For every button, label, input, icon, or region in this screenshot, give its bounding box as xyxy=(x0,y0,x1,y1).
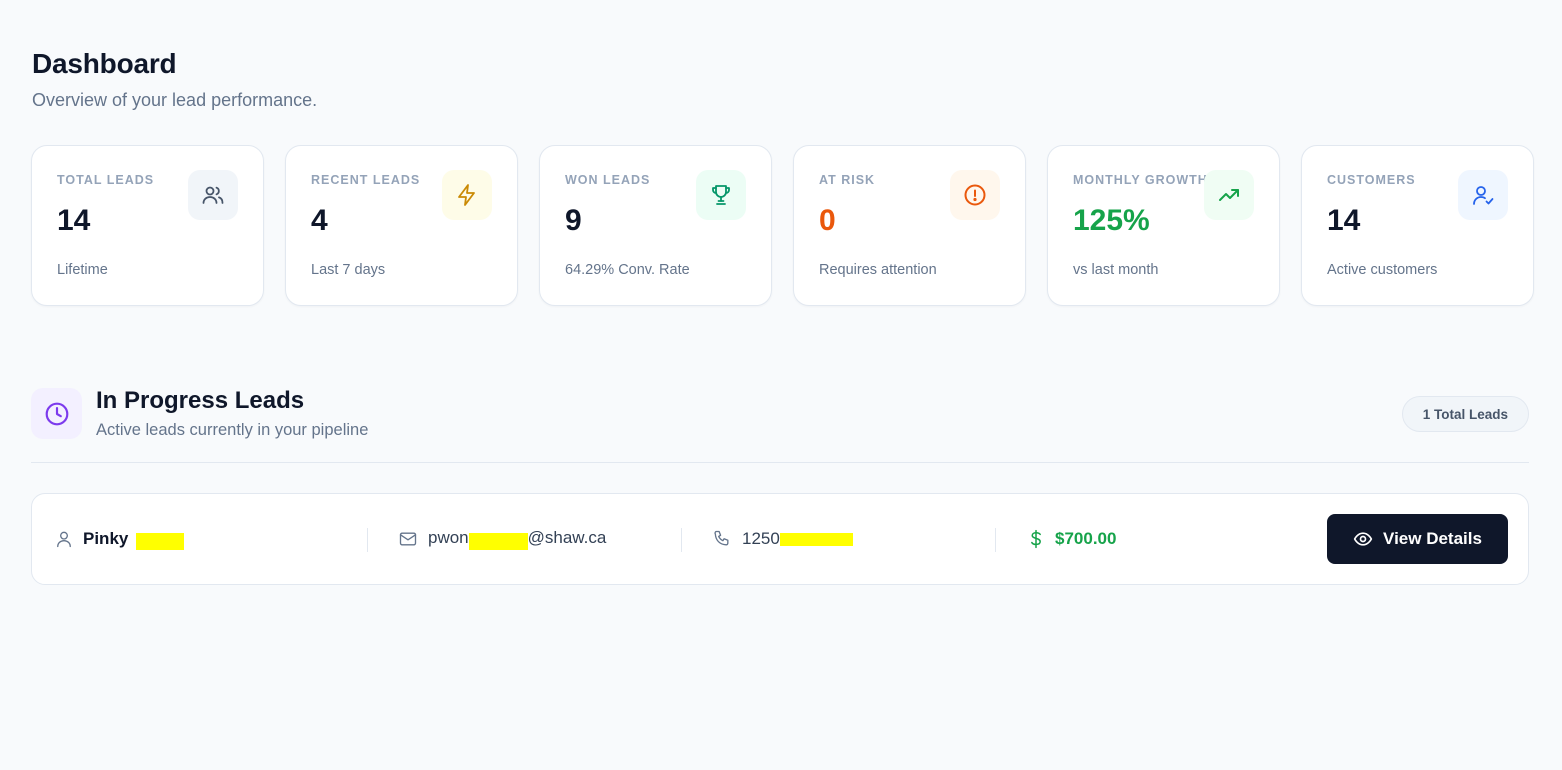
stat-value: 125% xyxy=(1073,204,1150,237)
section-subtitle: Active leads currently in your pipeline xyxy=(96,421,369,439)
page-subtitle: Overview of your lead performance. xyxy=(32,90,318,110)
column-separator xyxy=(681,528,682,552)
dollar-icon xyxy=(1031,529,1041,549)
stat-value: 9 xyxy=(565,204,582,237)
user-icon xyxy=(57,531,71,548)
stat-caption: Active customers xyxy=(1327,262,1438,278)
eye-icon xyxy=(1353,532,1373,546)
lead-value: $700.00 xyxy=(1055,529,1117,548)
section-divider xyxy=(31,462,1529,463)
stat-label: TOTAL LEADS xyxy=(57,173,155,187)
stat-card-at-risk: AT RISK 0 Requires attention xyxy=(793,145,1026,306)
lead-name-cell: Pinky xyxy=(54,494,185,584)
mail-icon xyxy=(399,532,417,546)
alert-circle-icon xyxy=(950,170,1000,220)
redaction-mark xyxy=(136,532,185,550)
trophy-icon xyxy=(696,170,746,220)
view-details-button[interactable]: View Details xyxy=(1327,514,1508,564)
stats-cards: TOTAL LEADS 14 Lifetime RECENT LEADS 4 L… xyxy=(31,145,1534,306)
users-icon xyxy=(188,170,238,220)
section-title: In Progress Leads xyxy=(96,387,305,414)
stat-label: MONTHLY GROWTH xyxy=(1073,173,1208,187)
clock-icon xyxy=(31,388,82,439)
stat-value: 14 xyxy=(1327,204,1361,237)
stat-value: 14 xyxy=(57,204,91,237)
lead-phone-cell: 1250 xyxy=(712,494,853,584)
page-title: Dashboard xyxy=(32,48,177,79)
view-details-label: View Details xyxy=(1383,529,1482,548)
stat-caption: Lifetime xyxy=(57,262,108,278)
lead-email-cell: pwon @shaw.ca xyxy=(398,494,606,584)
stat-value: 4 xyxy=(311,204,328,237)
stat-card-monthly-growth: MONTHLY GROWTH 125% vs last month xyxy=(1047,145,1280,306)
stat-label: AT RISK xyxy=(819,173,876,187)
column-separator xyxy=(367,528,368,552)
trending-up-icon xyxy=(1204,170,1254,220)
stat-card-total-leads: TOTAL LEADS 14 Lifetime xyxy=(31,145,264,306)
lightning-icon xyxy=(442,170,492,220)
phone-icon xyxy=(714,530,729,546)
stat-caption: Last 7 days xyxy=(311,262,386,278)
user-check-icon xyxy=(1458,170,1508,220)
lead-name: Pinky xyxy=(83,529,129,548)
lead-phone[interactable]: 1250 xyxy=(742,529,853,549)
lead-email[interactable]: pwon @shaw.ca xyxy=(428,528,606,550)
redaction-mark xyxy=(779,533,853,547)
dashboard-page: Dashboard Overview of your lead performa… xyxy=(0,0,1562,770)
stat-caption: 64.29% Conv. Rate xyxy=(565,262,690,278)
stat-label: CUSTOMERS xyxy=(1327,173,1416,187)
stat-card-won-leads: WON LEADS 9 64.29% Conv. Rate xyxy=(539,145,772,306)
stat-caption: vs last month xyxy=(1073,262,1159,278)
stat-card-customers: CUSTOMERS 14 Active customers xyxy=(1301,145,1534,306)
redaction-mark xyxy=(468,532,528,550)
lead-row: Pinky pwon @shaw.ca 1250 $700.00 View De… xyxy=(31,493,1529,585)
stat-caption: Requires attention xyxy=(819,262,937,278)
stat-card-recent-leads: RECENT LEADS 4 Last 7 days xyxy=(285,145,518,306)
stat-label: WON LEADS xyxy=(565,173,651,187)
lead-value-cell: $700.00 xyxy=(1026,494,1116,584)
stat-label: RECENT LEADS xyxy=(311,173,421,187)
stat-value: 0 xyxy=(819,204,836,237)
column-separator xyxy=(995,528,996,552)
total-leads-badge: 1 Total Leads xyxy=(1401,396,1529,432)
